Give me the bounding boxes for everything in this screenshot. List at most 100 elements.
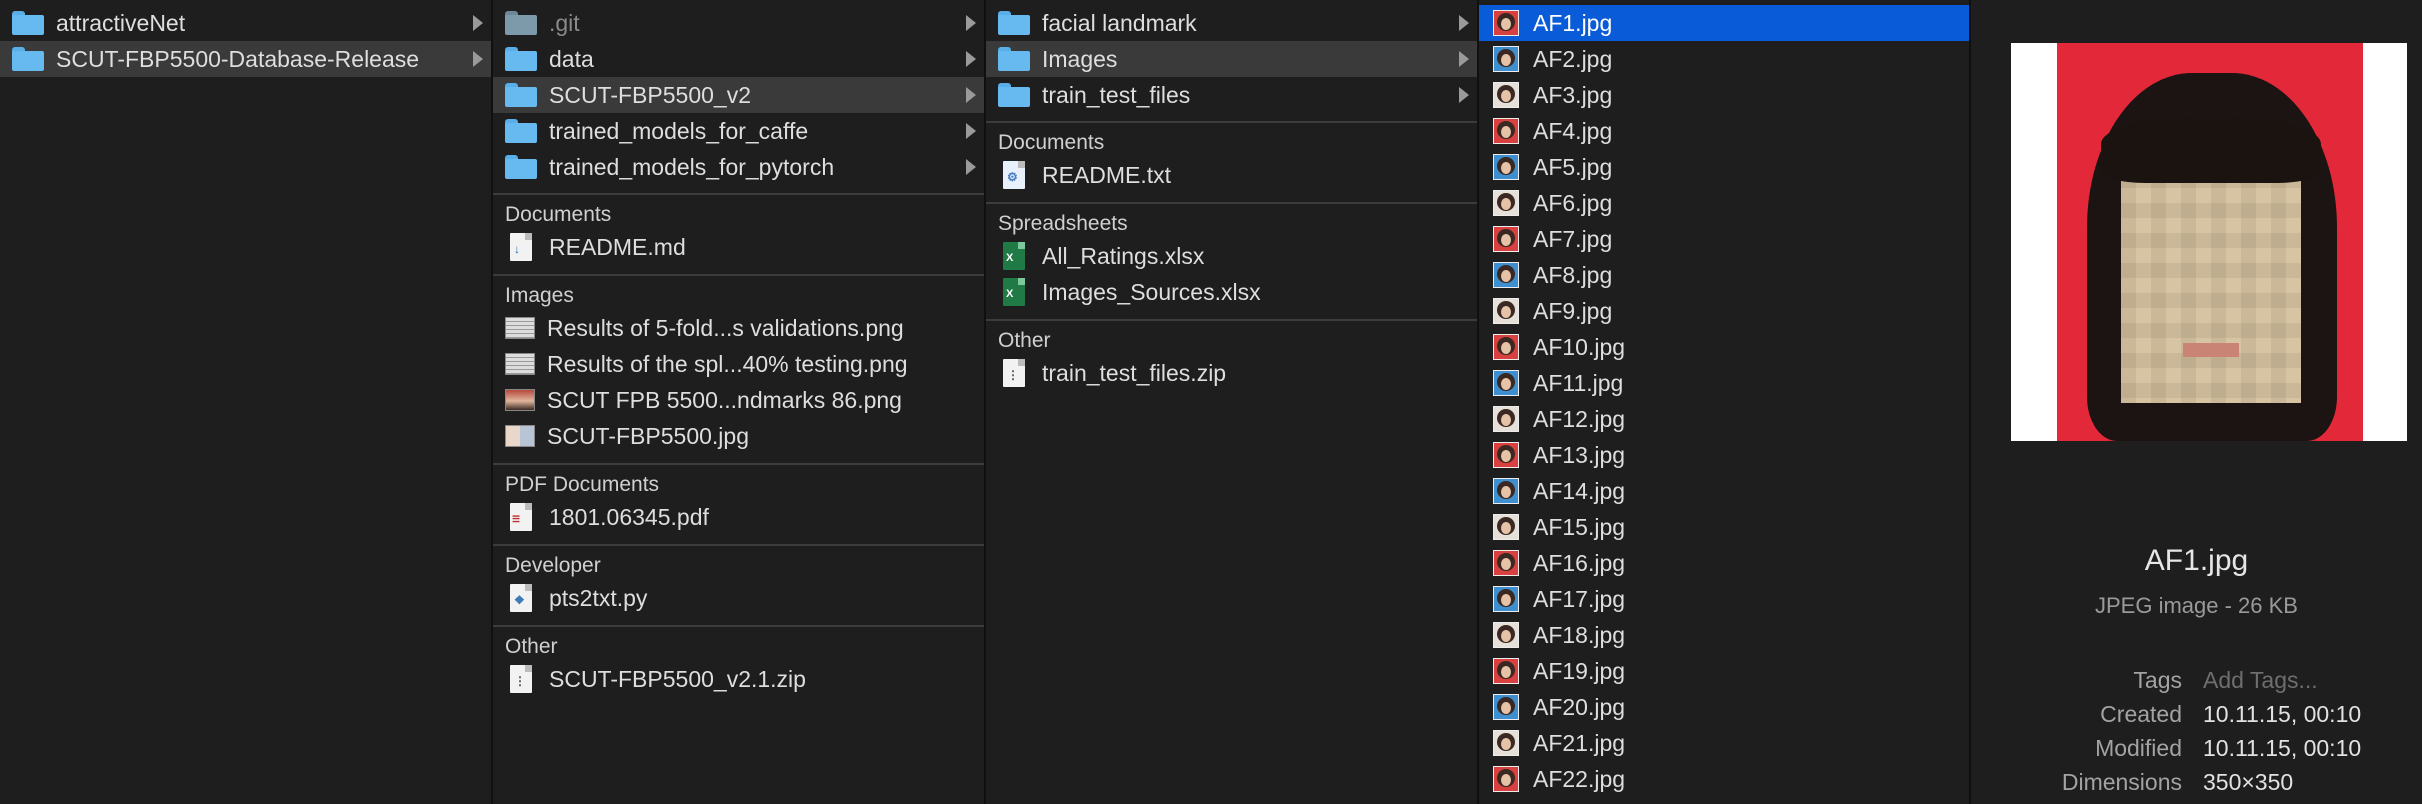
file-label: README.md [549, 233, 686, 260]
image-file-row[interactable]: AF17.jpg [1479, 581, 1969, 617]
file-row-readme-txt[interactable]: ⚙ README.txt [986, 157, 1477, 193]
image-file-row[interactable]: AF10.jpg [1479, 329, 1969, 365]
file-label: 1801.06345.pdf [549, 503, 709, 530]
jpg-thumbnail-icon [1493, 478, 1519, 504]
image-file-row[interactable]: AF12.jpg [1479, 401, 1969, 437]
image-file-row[interactable]: AF6.jpg [1479, 185, 1969, 221]
meta-row-created: Created 10.11.15, 00:10 [1971, 701, 2422, 735]
image-file-row[interactable]: AF8.jpg [1479, 257, 1969, 293]
jpg-thumbnail-icon [1493, 46, 1519, 72]
jpg-thumbnail-icon [1493, 442, 1519, 468]
folder-row-attractivenet[interactable]: attractiveNet [0, 5, 491, 41]
image-file-row[interactable]: AF18.jpg [1479, 617, 1969, 653]
folder-row-data[interactable]: data [493, 41, 984, 77]
folder-row-trained-models-caffe[interactable]: trained_models_for_caffe [493, 113, 984, 149]
image-file-icon [505, 389, 535, 411]
file-row-landmarks-png[interactable]: SCUT FPB 5500...ndmarks 86.png [493, 382, 984, 418]
folder-label: attractiveNet [56, 9, 186, 36]
file-label: pts2txt.py [549, 584, 648, 611]
jpg-thumbnail-icon [1493, 226, 1519, 252]
folder-row-scut-fbp5500-database-release[interactable]: SCUT-FBP5500-Database-Release [0, 41, 491, 77]
folder-icon [505, 83, 537, 107]
folder-row-facial-landmark[interactable]: facial landmark [986, 5, 1477, 41]
chevron-right-icon [1459, 51, 1469, 67]
file-row-pts2txt-py[interactable]: ❖ pts2txt.py [493, 580, 984, 616]
image-file-row[interactable]: AF2.jpg [1479, 41, 1969, 77]
jpg-thumbnail-icon [1493, 262, 1519, 288]
image-file-row[interactable]: AF9.jpg [1479, 293, 1969, 329]
excel-file-icon: X [1003, 278, 1025, 306]
file-label: AF16.jpg [1533, 549, 1626, 576]
image-file-row[interactable]: AF16.jpg [1479, 545, 1969, 581]
folder-row-train-test-files[interactable]: train_test_files [986, 77, 1477, 113]
file-label: SCUT FPB 5500...ndmarks 86.png [547, 386, 902, 413]
file-label: SCUT-FBP5500_v2.1.zip [549, 665, 806, 692]
pdf-file-icon: ☰ [510, 503, 532, 531]
image-file-row[interactable]: AF7.jpg [1479, 221, 1969, 257]
jpg-thumbnail-icon [1493, 10, 1519, 36]
column-images[interactable]: AF1.jpg AF2.jpg AF3.jpg AF4.jpg AF5.jpg AF6.j… [1479, 0, 1971, 804]
file-label: AF1.jpg [1533, 9, 1613, 36]
section-header-spreadsheets: Spreadsheets [986, 202, 1477, 238]
image-file-row[interactable]: AF1.jpg [1479, 5, 1969, 41]
meta-label: Created [2100, 701, 2182, 727]
file-row-zip[interactable]: ⋮ SCUT-FBP5500_v2.1.zip [493, 661, 984, 697]
column-database-release[interactable]: .git data SCUT-FBP5500_v2 trained_models… [493, 0, 986, 804]
section-header-other: Other [986, 319, 1477, 355]
file-row-images-sources[interactable]: X Images_Sources.xlsx [986, 274, 1477, 310]
file-row-train-test-zip[interactable]: ⋮ train_test_files.zip [986, 355, 1477, 391]
file-label: AF22.jpg [1533, 765, 1626, 792]
jpg-thumbnail-icon [1493, 370, 1519, 396]
zip-file-icon: ⋮ [510, 665, 532, 693]
file-row-all-ratings[interactable]: X All_Ratings.xlsx [986, 238, 1477, 274]
meta-row-dimensions: Dimensions 350×350 [1971, 769, 2422, 803]
image-file-row[interactable]: AF15.jpg [1479, 509, 1969, 545]
jpg-thumbnail-icon [1493, 694, 1519, 720]
folder-label: trained_models_for_caffe [549, 117, 809, 144]
folder-icon [505, 119, 537, 143]
file-row-results-5-fold[interactable]: Results of 5-fold...s validations.png [493, 310, 984, 346]
file-row-results-split[interactable]: Results of the spl...40% testing.png [493, 346, 984, 382]
meta-row-tags: Tags Add Tags... [1971, 667, 2422, 701]
column-root[interactable]: attractiveNet SCUT-FBP5500-Database-Rele… [0, 0, 493, 804]
preview-pane: AF1.jpg JPEG image - 26 KB Tags Add Tags… [1971, 0, 2422, 804]
image-file-row[interactable]: AF20.jpg [1479, 689, 1969, 725]
chevron-right-icon [1459, 15, 1469, 31]
folder-label: SCUT-FBP5500_v2 [549, 81, 751, 108]
chevron-right-icon [473, 51, 483, 67]
image-file-row[interactable]: AF5.jpg [1479, 149, 1969, 185]
folder-row-trained-models-pytorch[interactable]: trained_models_for_pytorch [493, 149, 984, 185]
folder-label: .git [549, 9, 580, 36]
file-label: AF3.jpg [1533, 81, 1613, 108]
chevron-right-icon [966, 87, 976, 103]
image-file-row[interactable]: AF11.jpg [1479, 365, 1969, 401]
file-label: Results of 5-fold...s validations.png [547, 314, 904, 341]
file-label: AF15.jpg [1533, 513, 1626, 540]
jpg-thumbnail-icon [1493, 766, 1519, 792]
image-file-row[interactable]: AF22.jpg [1479, 761, 1969, 797]
section-header-documents: Documents [493, 193, 984, 229]
image-file-row[interactable]: AF3.jpg [1479, 77, 1969, 113]
folder-row-images[interactable]: Images [986, 41, 1477, 77]
tags-input[interactable]: Add Tags... [2203, 667, 2318, 694]
python-file-icon: ❖ [510, 584, 532, 612]
image-file-row[interactable]: AF4.jpg [1479, 113, 1969, 149]
file-label: AF4.jpg [1533, 117, 1613, 144]
image-file-row[interactable]: AF14.jpg [1479, 473, 1969, 509]
image-file-row[interactable]: AF19.jpg [1479, 653, 1969, 689]
column-scut-fbp5500-v2[interactable]: facial landmark Images train_test_files … [986, 0, 1479, 804]
file-label: AF20.jpg [1533, 693, 1626, 720]
folder-row-git[interactable]: .git [493, 5, 984, 41]
image-file-icon [505, 353, 535, 375]
file-row-scut-fbp5500-jpg[interactable]: SCUT-FBP5500.jpg [493, 418, 984, 454]
file-row-readme-md[interactable]: ↓ README.md [493, 229, 984, 265]
image-file-row[interactable]: AF21.jpg [1479, 725, 1969, 761]
meta-value: 10.11.15, 00:10 [2203, 701, 2362, 727]
folder-row-scut-fbp5500-v2[interactable]: SCUT-FBP5500_v2 [493, 77, 984, 113]
file-label: AF14.jpg [1533, 477, 1626, 504]
file-row-pdf[interactable]: ☰ 1801.06345.pdf [493, 499, 984, 535]
meta-row-modified: Modified 10.11.15, 00:10 [1971, 735, 2422, 769]
file-label: AF7.jpg [1533, 225, 1613, 252]
image-file-row[interactable]: AF13.jpg [1479, 437, 1969, 473]
section-header-images: Images [493, 274, 984, 310]
